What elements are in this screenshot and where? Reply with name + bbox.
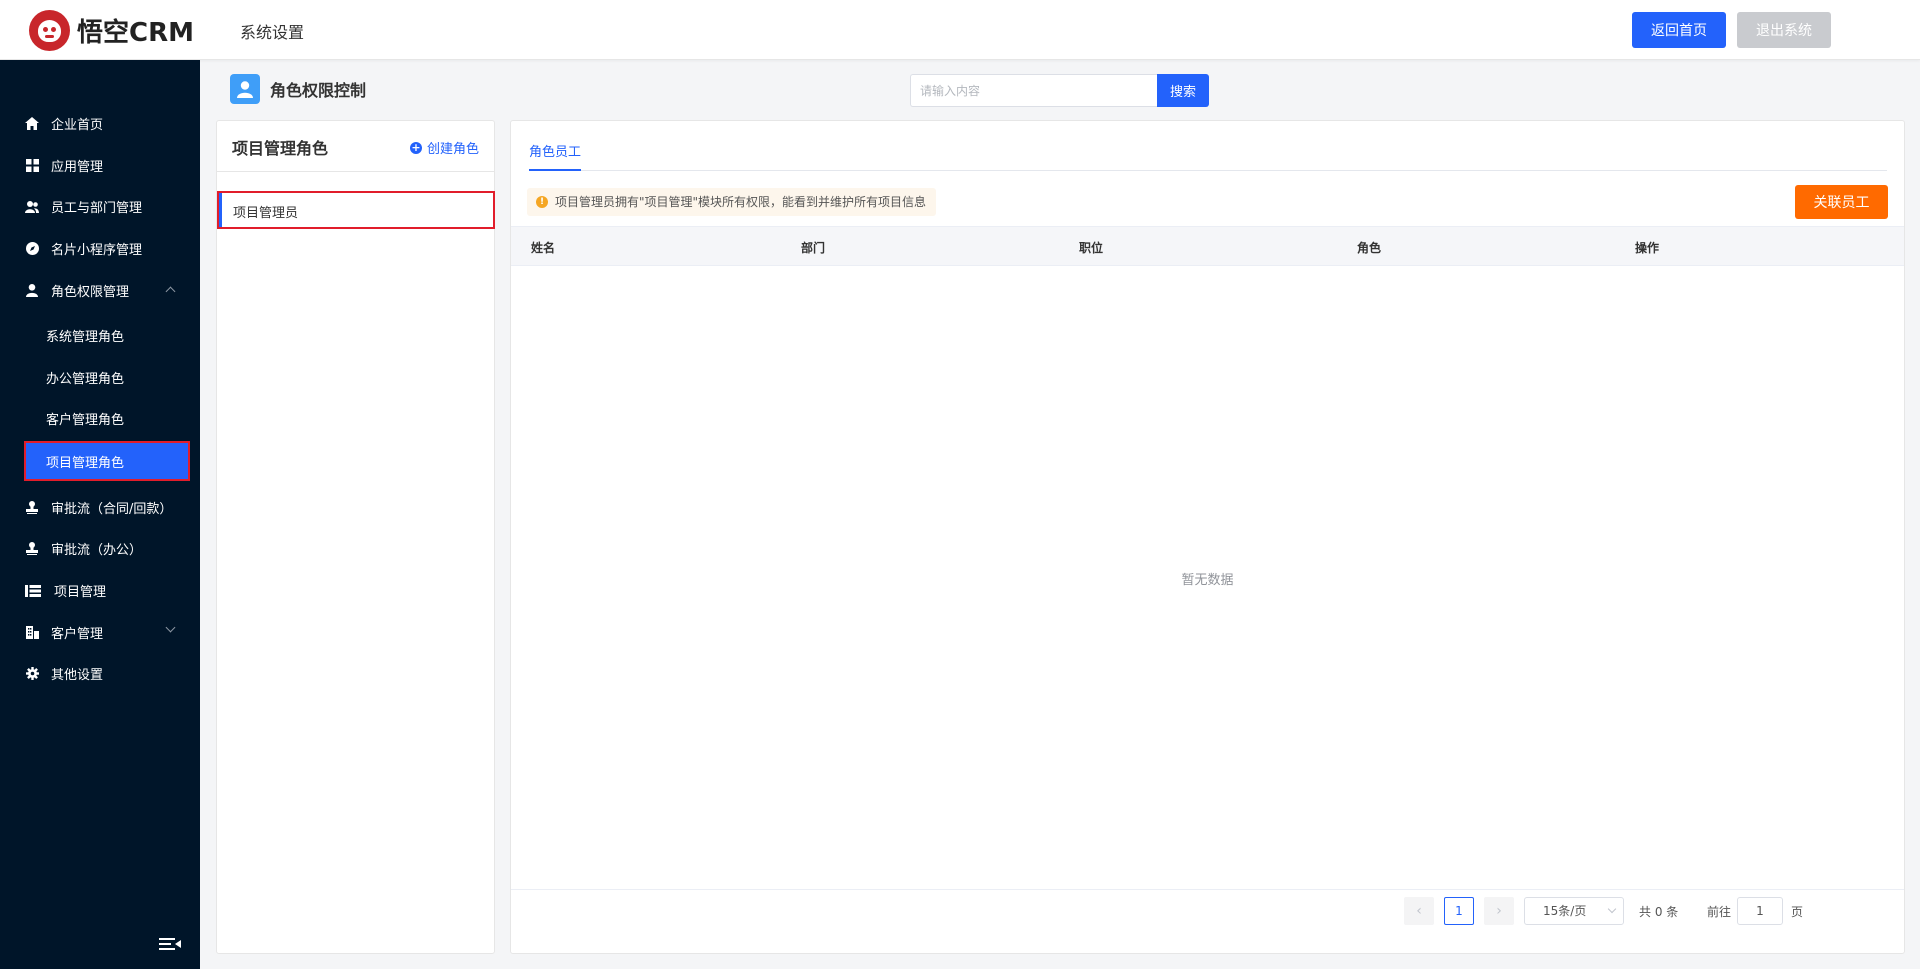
sidebar-item-customers[interactable]: 客户管理 — [0, 612, 200, 652]
home-button[interactable]: 返回首页 — [1632, 12, 1726, 48]
sidebar-subitem-customer-roles[interactable]: 客户管理角色 — [26, 400, 188, 436]
users-icon — [25, 200, 39, 213]
sidebar-subitem-label: 项目管理角色 — [46, 456, 125, 471]
search-button[interactable]: 搜索 — [1157, 74, 1209, 107]
sidebar-item-card-miniprogram[interactable]: 名片小程序管理 — [0, 228, 200, 268]
sidebar-item-label: 其他设置 — [51, 668, 104, 683]
sidebar-item-label: 名片小程序管理 — [51, 243, 143, 258]
page-suffix-label: 页 — [1791, 905, 1804, 919]
building-icon — [25, 626, 39, 639]
top-header: 悟空CRM 系统设置 返回首页 退出系统 — [0, 0, 1920, 60]
tab-divider — [529, 170, 1887, 171]
logo-text: 悟空CRM — [77, 17, 194, 48]
list-icon — [25, 584, 41, 597]
total-count: 共 0 条 — [1639, 905, 1679, 919]
role-item-label: 项目管理员 — [233, 206, 299, 221]
sidebar-item-label: 角色权限管理 — [51, 285, 130, 300]
role-group-title: 项目管理角色 — [232, 139, 329, 158]
sidebar-item-label: 企业首页 — [51, 118, 104, 133]
monkey-logo-icon — [29, 9, 70, 51]
table-header: 姓名 部门 职位 角色 操作 — [511, 226, 1904, 266]
user-icon — [25, 284, 39, 297]
sidebar-item-label: 项目管理 — [54, 585, 107, 600]
notice-text: 项目管理员拥有"项目管理"模块所有权限，能看到并维护所有项目信息 — [555, 195, 927, 209]
search-input[interactable] — [910, 74, 1157, 107]
goto-page-input[interactable] — [1737, 897, 1783, 925]
sidebar-item-role-permissions[interactable]: 角色权限管理 — [0, 270, 200, 310]
column-header-role[interactable]: 角色 — [1357, 239, 1381, 256]
role-employees-panel: 角色员工 ! 项目管理员拥有"项目管理"模块所有权限，能看到并维护所有项目信息 … — [510, 120, 1905, 954]
sidebar-subitem-office-roles[interactable]: 办公管理角色 — [26, 359, 188, 395]
sidebar-item-label: 审批流（合同/回款） — [51, 502, 173, 517]
page-size-value: 15条/页 — [1543, 904, 1587, 918]
sidebar-item-label: 客户管理 — [51, 627, 104, 642]
empty-state-text: 暂无数据 — [1181, 573, 1234, 588]
chevron-down-icon — [165, 622, 176, 633]
divider — [511, 889, 1904, 890]
column-header-name[interactable]: 姓名 — [531, 239, 555, 256]
stamp-icon — [25, 542, 39, 555]
home-icon — [25, 117, 39, 130]
permission-notice: ! 项目管理员拥有"项目管理"模块所有权限，能看到并维护所有项目信息 — [527, 188, 937, 216]
page-size-select[interactable]: 15条/页 — [1524, 897, 1624, 925]
chevron-down-icon — [1607, 904, 1617, 914]
compass-icon — [25, 242, 39, 255]
sidebar-subitem-label: 系统管理角色 — [46, 330, 125, 345]
warning-icon: ! — [536, 196, 548, 208]
sidebar: 企业首页 应用管理 员工与部门管理 名片小程序管理 角色权限管理 系统管理角色 … — [0, 60, 200, 969]
page-header: 角色权限控制 — [230, 74, 366, 104]
collapse-menu-icon[interactable] — [159, 938, 181, 954]
plus-circle-icon: + — [410, 140, 422, 154]
tab-role-employees[interactable]: 角色员工 — [529, 141, 581, 160]
column-header-actions[interactable]: 操作 — [1635, 239, 1659, 256]
sidebar-item-approval-contract[interactable]: 审批流（合同/回款） — [0, 487, 200, 527]
link-employee-button[interactable]: 关联员工 — [1795, 185, 1888, 219]
sidebar-item-apps[interactable]: 应用管理 — [0, 145, 200, 185]
sidebar-item-projects[interactable]: 项目管理 — [0, 570, 200, 610]
chevron-up-icon — [165, 286, 176, 297]
sidebar-subitem-label: 客户管理角色 — [46, 413, 125, 428]
column-header-position[interactable]: 职位 — [1079, 239, 1103, 256]
sidebar-subitem-system-roles[interactable]: 系统管理角色 — [26, 317, 188, 353]
tab-active-indicator — [529, 169, 581, 171]
create-role-button[interactable]: + 创建角色 — [410, 138, 479, 157]
sidebar-subitem-label: 办公管理角色 — [46, 372, 125, 387]
column-header-department[interactable]: 部门 — [801, 239, 825, 256]
header-title: 系统设置 — [240, 23, 305, 42]
sidebar-item-label: 审批流（办公） — [51, 543, 143, 558]
sidebar-item-label: 应用管理 — [51, 160, 104, 175]
sidebar-item-home[interactable]: 企业首页 — [0, 103, 200, 143]
page-title: 角色权限控制 — [270, 81, 367, 100]
prev-page-button[interactable]: ‹ — [1404, 897, 1434, 925]
gear-icon — [25, 667, 39, 680]
role-list-panel: 项目管理角色 + 创建角色 项目管理员 — [216, 120, 495, 954]
stamp-icon — [25, 501, 39, 514]
grid-icon — [25, 159, 39, 172]
sidebar-item-approval-office[interactable]: 审批流（办公） — [0, 528, 200, 568]
sidebar-item-label: 员工与部门管理 — [51, 201, 143, 216]
sidebar-item-other-settings[interactable]: 其他设置 — [0, 653, 200, 693]
goto-label: 前往 — [1707, 905, 1732, 919]
exit-button[interactable]: 退出系统 — [1737, 12, 1831, 48]
create-role-label: 创建角色 — [427, 142, 480, 157]
role-item-project-admin[interactable]: 项目管理员 — [217, 191, 495, 229]
sidebar-subitem-project-roles[interactable]: 项目管理角色 — [24, 441, 190, 481]
divider — [217, 171, 494, 172]
page-number-button[interactable]: 1 — [1444, 897, 1474, 925]
sidebar-item-employees[interactable]: 员工与部门管理 — [0, 186, 200, 226]
logo[interactable]: 悟空CRM — [29, 9, 194, 51]
next-page-button[interactable]: › — [1484, 897, 1514, 925]
user-icon — [230, 74, 260, 104]
